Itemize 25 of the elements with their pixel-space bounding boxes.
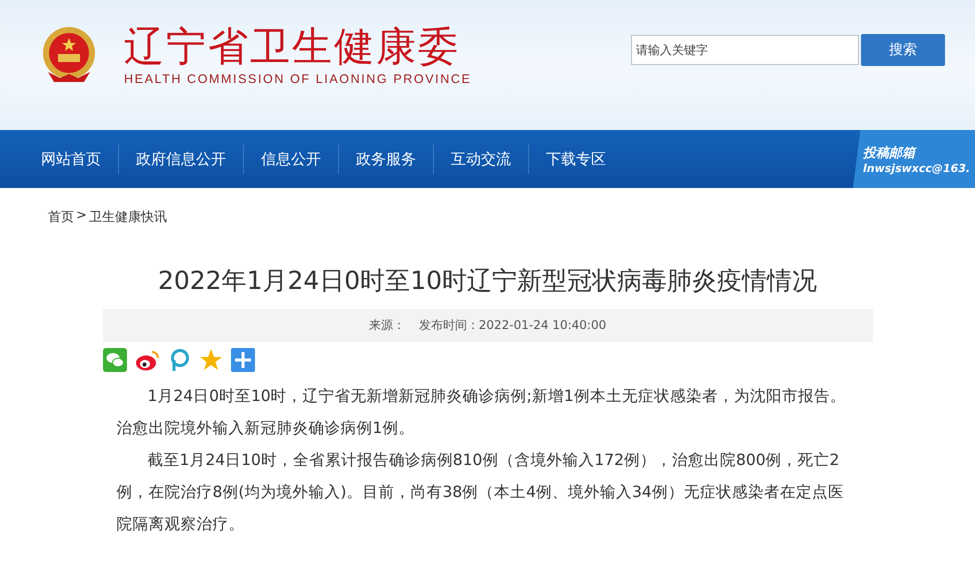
nav-item[interactable]: 政务服务 [338, 144, 433, 174]
mailbox-email[interactable]: lnwsjswxcc@163. [863, 162, 975, 174]
nav-item[interactable]: 信息公开 [243, 144, 338, 174]
nav-item[interactable]: 政府信息公开 [118, 144, 243, 174]
search-field[interactable]: 请输入关键字 [631, 35, 859, 65]
article-paragraph: 1月24日0时至10时，辽宁省无新增新冠肺炎确诊病例;新增1例本土无症状感染者，为沈阳市报告。治愈出院境外输入新冠肺炎确诊病例1例。 [116, 386, 847, 439]
site-title: 辽宁省卫生健康委 [124, 24, 461, 70]
mailbox-title: 投稿邮箱 [863, 144, 918, 162]
search-button[interactable]: 搜索 [861, 34, 945, 66]
article-paragraph: 截至1月24日10时，全省累计报告确诊病例810例（含境外输入172例），治愈出院800例，死亡2例，在院治疗8例(均为境外输入)。目前，尚有38例（本土4例、境外输入34例）无症状感染者在定点医院隔离观察治疗。 [116, 450, 845, 535]
pin-icon[interactable] [168, 348, 190, 372]
publish-time: 发布时间：2022-01-24 10:40:00 [418, 317, 606, 334]
nav-item[interactable]: 网站首页 [24, 144, 118, 174]
breadcrumb-link[interactable]: 卫生健康快讯 [88, 208, 167, 226]
eye-icon[interactable] [134, 348, 160, 372]
plus-icon[interactable] [230, 348, 254, 372]
breadcrumb-separator: > [76, 208, 87, 225]
breadcrumb-link[interactable]: 首页 [48, 208, 74, 226]
site-subtitle: HEALTH COMMISSION OF LIAONING PROVINCE [124, 72, 472, 86]
nav-item[interactable]: 下载专区 [528, 144, 623, 174]
nav-item[interactable]: 互动交流 [433, 144, 528, 174]
star-icon[interactable] [198, 348, 222, 372]
article-title: 2022年1月24日0时至10时辽宁新型冠状病毒肺炎疫情情况 [156, 265, 818, 297]
source-label: 来源： [368, 317, 405, 334]
chat-bubbles-icon[interactable] [102, 348, 126, 372]
